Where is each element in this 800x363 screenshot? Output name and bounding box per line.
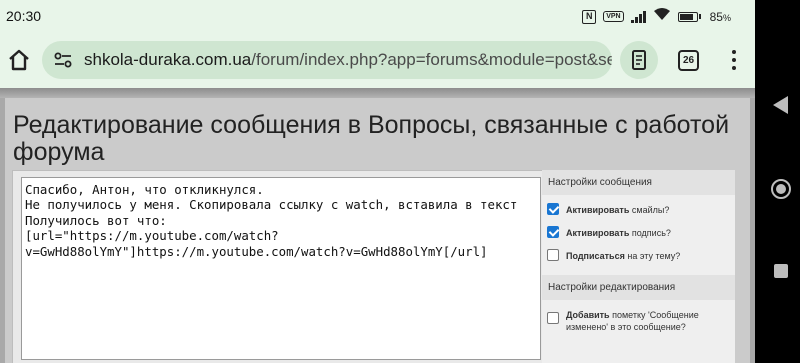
option-label-bold: Активировать <box>566 205 630 215</box>
recents-icon[interactable] <box>774 264 788 278</box>
emoticons-checkbox[interactable] <box>547 203 559 215</box>
option-enable-emoticons[interactable]: Активировать смайлы? <box>542 203 735 216</box>
tabs-icon[interactable]: 26 <box>678 50 699 71</box>
option-label: на эту тему? <box>624 251 681 261</box>
option-label: подпись? <box>629 228 671 238</box>
option-label-bold: Активировать <box>566 228 630 238</box>
post-options-sidebar: Настройки сообщения Активировать смайлы?… <box>542 170 735 363</box>
signature-checkbox[interactable] <box>547 226 559 238</box>
option-enable-signature[interactable]: Активировать подпись? <box>542 226 735 239</box>
vpn-icon: VPN <box>603 11 624 22</box>
phone-screen: 20:30 N VPN 85% shkola-duraka.com.ua/for… <box>0 0 755 363</box>
option-label-bold: Подписаться <box>566 251 625 261</box>
home-circle-icon[interactable] <box>771 179 791 199</box>
option-add-edited-note[interactable]: Добавить пометку 'Сообщение изменено' в … <box>542 309 735 333</box>
clock: 20:30 <box>6 8 42 24</box>
signal-icon <box>630 10 646 23</box>
option-label: смайлы? <box>629 205 670 215</box>
url-text: shkola-duraka.com.ua/forum/index.php?app… <box>84 50 612 70</box>
option-subscribe-topic[interactable]: Подписаться на эту тему? <box>542 249 735 262</box>
edited-note-checkbox[interactable] <box>547 312 559 324</box>
option-label-bold: Добавить <box>566 310 610 320</box>
message-settings-heading: Настройки сообщения <box>542 170 735 195</box>
edit-settings-heading: Настройки редактирования <box>542 275 735 300</box>
page-header-strip <box>0 88 755 98</box>
wifi-icon <box>653 7 671 26</box>
reader-mode-icon[interactable] <box>620 41 658 79</box>
url-path: /forum/index.php?app=forums&module=post&… <box>251 50 612 69</box>
status-icons: N VPN 85% <box>582 7 731 26</box>
site-settings-icon[interactable] <box>52 49 74 71</box>
url-host: shkola-duraka.com.ua <box>84 50 252 69</box>
address-bar[interactable]: shkola-duraka.com.ua/forum/index.php?app… <box>42 41 612 79</box>
editor-container: Спасибо, Антон, что откликнулся. Не полу… <box>12 170 548 363</box>
subscribe-checkbox[interactable] <box>547 249 559 261</box>
message-textarea[interactable]: Спасибо, Антон, что откликнулся. Не полу… <box>21 177 541 360</box>
web-page: Редактирование сообщения в Вопросы, связ… <box>0 88 755 363</box>
battery-percentage: 85% <box>709 9 731 24</box>
battery-icon <box>677 11 701 22</box>
home-icon[interactable] <box>6 47 32 73</box>
status-bar: 20:30 N VPN 85% <box>0 0 755 32</box>
page-title: Редактирование сообщения в Вопросы, связ… <box>13 111 730 166</box>
overflow-menu-icon[interactable] <box>729 48 739 72</box>
back-icon[interactable] <box>773 96 788 114</box>
browser-toolbar: shkola-duraka.com.ua/forum/index.php?app… <box>0 32 755 88</box>
nfc-icon: N <box>582 9 597 24</box>
